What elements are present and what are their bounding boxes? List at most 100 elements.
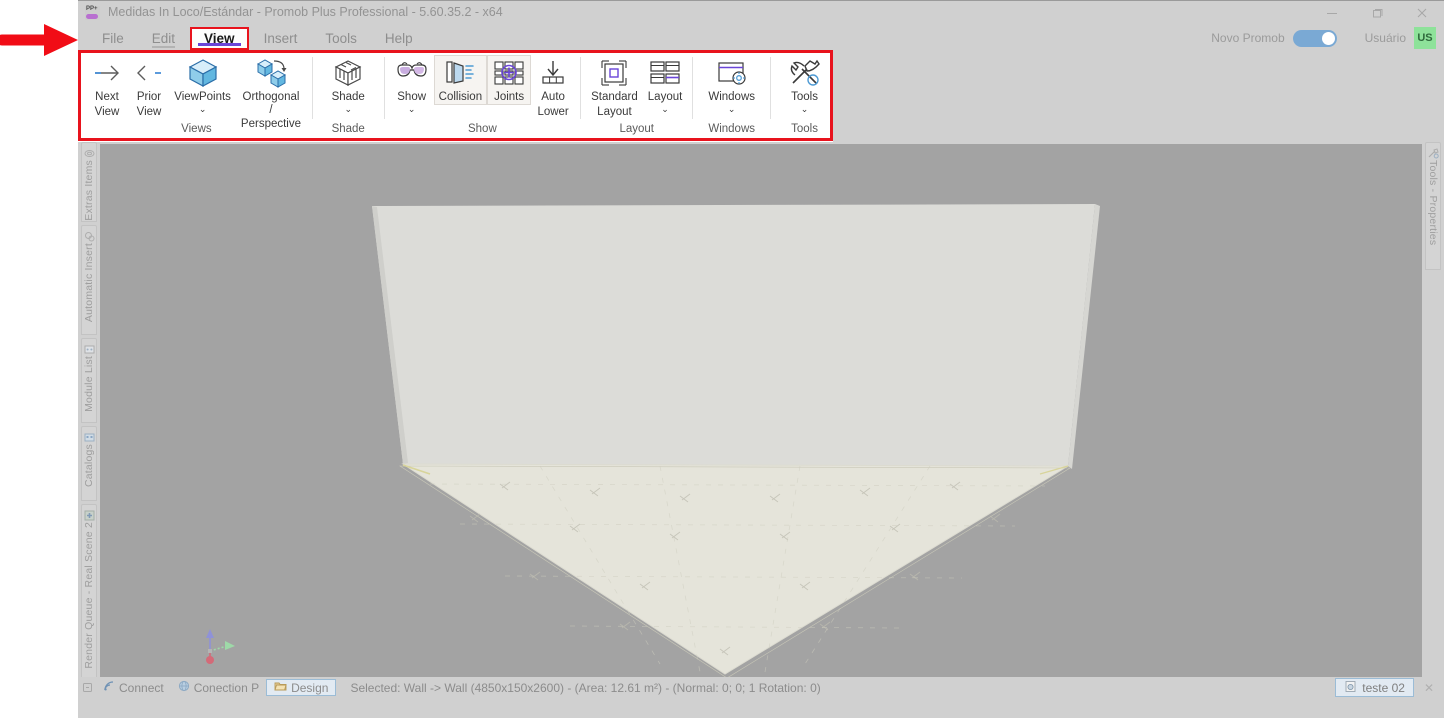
document-tab-close[interactable]: ✕ xyxy=(1414,681,1444,695)
ribbon-group-views: Next View Prior View ViewPoints ⌄ Orthog… xyxy=(86,51,307,142)
auto-lower-label-1: Auto xyxy=(541,91,565,103)
statusbar-design-button[interactable]: Design xyxy=(266,679,337,696)
menu-file[interactable]: File xyxy=(88,28,138,49)
statusbar-conection-p-label: Conection P xyxy=(193,680,260,695)
document-tab-label: teste 02 xyxy=(1362,680,1405,695)
sidebar-item-tools-properties[interactable]: Tools - Properties xyxy=(1425,142,1441,270)
windows-label: Windows xyxy=(708,91,756,103)
document-icon xyxy=(1344,680,1357,696)
standard-layout-label-2: Layout xyxy=(597,105,632,118)
joints-label: Joints xyxy=(494,91,525,103)
user-label: Usuário xyxy=(1364,31,1406,45)
chevron-down-icon[interactable]: ⌄ xyxy=(728,104,736,114)
ribbon-group-label-show: Show xyxy=(467,123,497,135)
tools-button[interactable]: Tools ⌄ xyxy=(783,55,827,114)
prior-view-button[interactable]: Prior View xyxy=(128,55,170,118)
ribbon-group-show: Show ⌄ Collision Joints Auto Lower Show xyxy=(390,51,575,142)
ribbon-separator xyxy=(692,57,694,119)
show-label: Show xyxy=(397,91,427,103)
joints-button[interactable]: Joints xyxy=(487,55,532,105)
sidebar-label: Extras Items xyxy=(83,160,95,221)
collision-label: Collision xyxy=(438,91,483,103)
connect-icon xyxy=(103,680,115,695)
glasses-3d-icon xyxy=(395,57,429,89)
viewpoints-button[interactable]: ViewPoints ⌄ xyxy=(170,55,235,114)
menu-bar: File Edit View Insert Tools Help Novo Pr… xyxy=(78,25,1444,51)
menu-insert[interactable]: Insert xyxy=(250,28,312,49)
sidebar-item-automatic-insert[interactable]: Automatic Insert xyxy=(81,225,97,335)
chevron-down-icon[interactable]: ⌄ xyxy=(661,104,669,114)
menu-tools[interactable]: Tools xyxy=(311,28,371,49)
minimize-button[interactable] xyxy=(1309,1,1354,25)
ribbon-toolbar: Next View Prior View ViewPoints ⌄ Orthog… xyxy=(78,51,833,142)
show-button[interactable]: Show ⌄ xyxy=(390,55,434,114)
red-arrow-annotation xyxy=(0,24,78,56)
statusbar-connect-button[interactable]: Connect xyxy=(96,679,171,696)
ribbon-group-label-shade: Shade xyxy=(331,123,365,135)
ribbon-separator xyxy=(770,57,772,119)
ribbon-group-label-layout: Layout xyxy=(619,123,654,135)
chevron-down-icon[interactable]: ⌄ xyxy=(801,104,809,114)
window-controls xyxy=(1309,1,1444,25)
3d-viewport[interactable] xyxy=(100,144,1422,694)
globe-icon xyxy=(178,680,190,695)
promob-window: PP+ Medidas In Loco/Estándar - Promob Pl… xyxy=(78,0,1444,718)
auto-lower-label-2: Lower xyxy=(537,105,569,118)
ribbon-group-label-windows: Windows xyxy=(708,123,756,135)
folder-icon xyxy=(274,680,287,695)
arrow-left-icon xyxy=(134,57,164,89)
ribbon-group-tools: Tools ⌄ Tools xyxy=(776,51,833,142)
document-tab[interactable]: teste 02 xyxy=(1335,678,1414,697)
layout-label: Layout xyxy=(647,91,683,103)
menu-edit[interactable]: Edit xyxy=(138,28,189,49)
main-area: Extras Items Automatic Insert Module Lis… xyxy=(78,142,1444,698)
novo-promob-toggle[interactable] xyxy=(1292,29,1337,47)
layout-button[interactable]: Layout ⌄ xyxy=(643,55,688,114)
menu-bar-right: Novo Promob Usuário US xyxy=(1211,25,1436,51)
application-window: PP+ Medidas In Loco/Estándar - Promob Pl… xyxy=(0,0,1444,718)
auto-lower-button[interactable]: Auto Lower xyxy=(531,55,575,118)
statusbar-conection-p-button[interactable]: Conection P xyxy=(171,679,266,696)
collision-button[interactable]: Collision xyxy=(433,55,488,105)
chevron-down-icon[interactable]: ⌄ xyxy=(199,104,207,114)
next-view-button[interactable]: Next View xyxy=(86,55,128,118)
collision-icon xyxy=(443,57,477,89)
ortho-perspective-icon xyxy=(253,57,289,89)
sidebar-item-render-queue[interactable]: Render Queue - Real Scene 2 xyxy=(81,504,97,679)
menu-help[interactable]: Help xyxy=(371,28,427,49)
sidebar-item-module-list[interactable]: Module List xyxy=(81,338,97,423)
close-button[interactable] xyxy=(1399,1,1444,25)
sidebar-label: Tools - Properties xyxy=(1427,160,1439,246)
shade-button[interactable]: Shade ⌄ xyxy=(327,55,370,114)
maximize-button[interactable] xyxy=(1354,1,1399,25)
chevron-down-icon[interactable]: ⌄ xyxy=(408,104,416,114)
tools-label: Tools xyxy=(791,91,818,103)
sidebar-label: Catalogs xyxy=(83,444,95,488)
extras-items-icon xyxy=(84,146,95,157)
chevron-down-icon[interactable]: ⌄ xyxy=(344,104,352,114)
cube-icon xyxy=(186,57,220,89)
novo-promob-label: Novo Promob xyxy=(1211,31,1285,45)
tools-properties-icon xyxy=(1428,146,1439,159)
layout-grid-icon xyxy=(648,57,682,89)
sidebar-label: Automatic Insert xyxy=(83,243,95,323)
ribbon-group-label-views: Views xyxy=(181,123,212,135)
catalogs-icon xyxy=(84,430,95,442)
windows-button[interactable]: Windows ⌄ xyxy=(703,55,760,114)
ribbon-group-layout: Standard Layout Layout ⌄ Layout xyxy=(586,51,687,142)
sidebar-label: Render Queue - Real Scene 2 xyxy=(83,522,95,669)
right-sidebar: Tools - Properties xyxy=(1424,142,1442,698)
automatic-insert-icon xyxy=(84,229,95,242)
sidebar-item-catalogs[interactable]: Catalogs xyxy=(81,426,97,501)
arrow-right-icon xyxy=(92,57,122,89)
left-sidebar: Extras Items Automatic Insert Module Lis… xyxy=(80,142,98,698)
menu-view[interactable]: View xyxy=(190,26,249,50)
desktop-background xyxy=(0,0,78,718)
joints-icon xyxy=(492,57,526,89)
ribbon-separator xyxy=(383,57,385,119)
sidebar-item-extras-items[interactable]: Extras Items xyxy=(81,142,97,222)
avatar[interactable]: US xyxy=(1414,27,1436,49)
statusbar-status-text: Selected: Wall -> Wall (4850x150x2600) -… xyxy=(350,680,821,695)
standard-layout-icon xyxy=(598,57,630,89)
standard-layout-button[interactable]: Standard Layout xyxy=(586,55,643,118)
